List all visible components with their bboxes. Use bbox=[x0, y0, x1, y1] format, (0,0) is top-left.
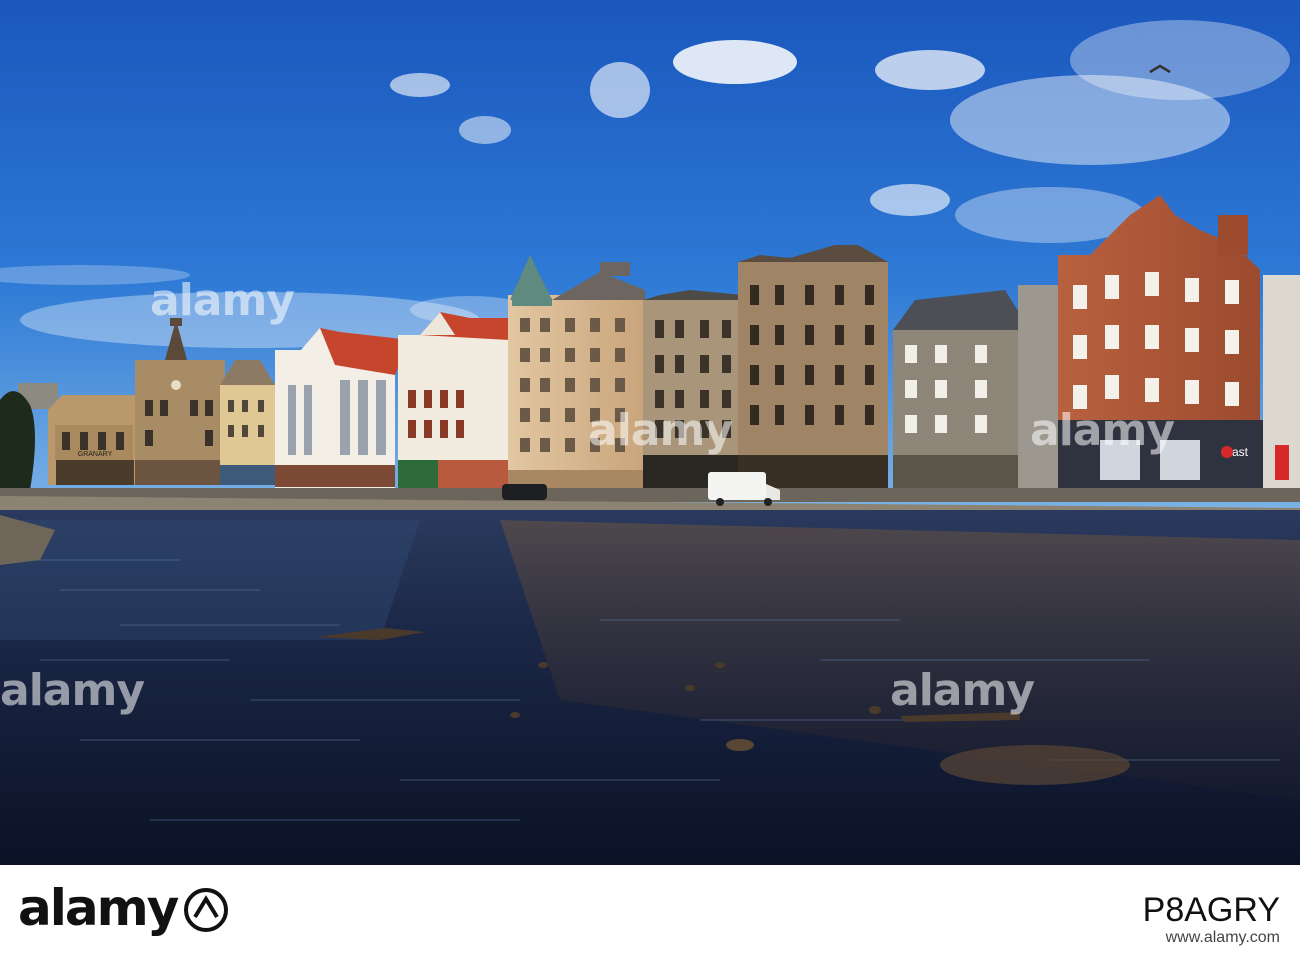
watermark-text: alamy bbox=[0, 665, 145, 716]
image-id: P8AGRY bbox=[1142, 891, 1280, 929]
alamy-logo-icon bbox=[184, 888, 229, 932]
white-building-second bbox=[398, 312, 510, 495]
watermark-text: alamy bbox=[588, 405, 733, 456]
beige-apartment-tower bbox=[508, 255, 645, 495]
photo: GRANARY toast alamy alamy alamy alamy al… bbox=[0, 0, 1300, 865]
brown-stone-tenement bbox=[738, 245, 888, 497]
trees bbox=[0, 391, 35, 490]
watermark-text: alamy bbox=[150, 275, 295, 326]
grey-stone-tenement bbox=[643, 290, 743, 495]
footer-bar: alamy P8AGRY www.alamy.com bbox=[0, 865, 1300, 956]
alamy-logo: alamy bbox=[18, 879, 229, 937]
yellow-townhouses bbox=[220, 360, 275, 485]
watermark-text: alamy bbox=[1030, 405, 1175, 456]
site-url[interactable]: www.alamy.com bbox=[1166, 929, 1280, 947]
watermark-text: alamy bbox=[890, 665, 1035, 716]
white-building-red-roof bbox=[275, 328, 410, 490]
grey-house bbox=[893, 285, 1058, 495]
dark-car bbox=[502, 484, 547, 500]
granary-sign: GRANARY bbox=[78, 451, 113, 458]
granary-building: GRANARY bbox=[48, 395, 135, 485]
brand-name: alamy bbox=[18, 879, 179, 937]
